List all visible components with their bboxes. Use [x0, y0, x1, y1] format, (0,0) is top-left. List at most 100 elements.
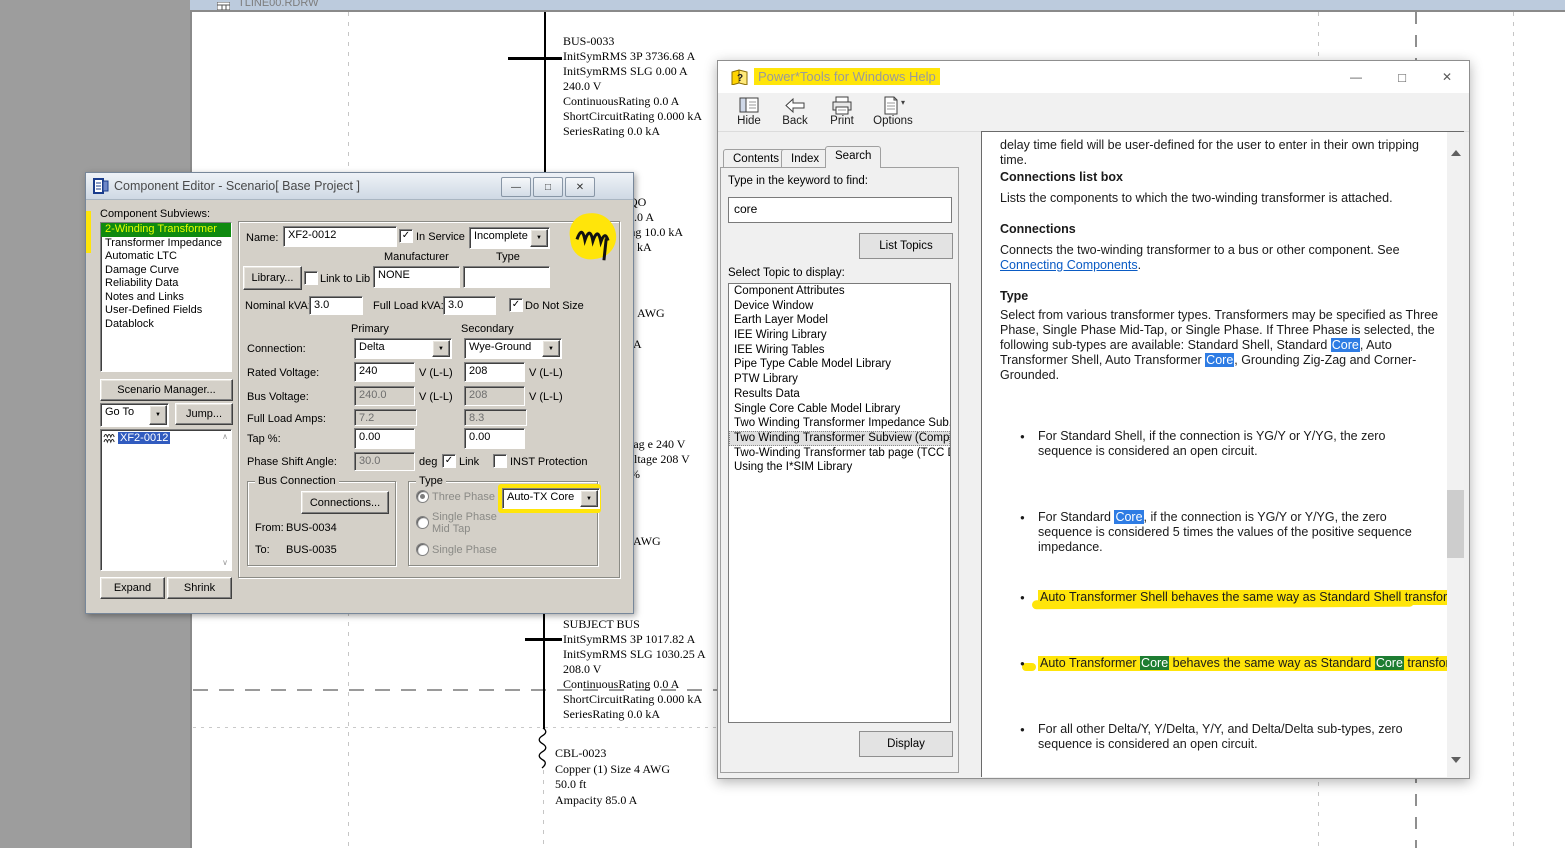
connections-button[interactable]: Connections... [301, 491, 389, 514]
bullet-icon: ● [1020, 590, 1025, 605]
component-editor-icon [93, 178, 109, 194]
scrollbar-thumb[interactable] [1447, 490, 1464, 558]
radio-dot [420, 494, 425, 499]
topic-item[interactable]: Pipe Type Cable Model Library [729, 357, 950, 372]
device-list-item[interactable]: XF2-0012 [103, 432, 170, 444]
minimize-button[interactable]: — [501, 177, 531, 197]
type-field[interactable] [463, 266, 550, 288]
topic-item[interactable]: IEE Wiring Library [729, 328, 950, 343]
back-button[interactable]: Back [776, 96, 814, 127]
topic-item[interactable]: PTW Library [729, 372, 950, 387]
display-button[interactable]: Display [859, 731, 953, 757]
scroll-up-button[interactable] [1451, 150, 1461, 156]
chevron-down-icon: ▼ [155, 412, 161, 418]
scenario-manager-button[interactable]: Scenario Manager... [100, 379, 233, 401]
scroll-up-icon[interactable]: ∧ [222, 433, 228, 441]
name-field[interactable]: XF2-0012 [283, 226, 397, 247]
manufacturer-field[interactable]: NONE [373, 266, 460, 288]
close-button[interactable]: ✕ [565, 177, 595, 197]
bus-line[interactable] [543, 612, 545, 729]
bullet-icon: ● [1020, 429, 1025, 444]
expand-button[interactable]: Expand [100, 577, 165, 599]
topic-item[interactable]: Earth Layer Model [729, 313, 950, 328]
scrollbar[interactable] [1447, 132, 1464, 777]
single-phase-radio[interactable] [416, 543, 429, 556]
tap-secondary-field[interactable]: 0.00 [464, 428, 525, 449]
topic-item[interactable]: Single Core Cable Model Library [729, 402, 950, 417]
three-phase-radio[interactable] [416, 490, 429, 503]
connection-secondary-dropdown[interactable]: Wye-Ground ▼ [464, 338, 562, 359]
topic-item[interactable]: IEE Wiring Tables [729, 343, 950, 358]
dropdown-button[interactable]: ▼ [149, 405, 167, 425]
topic-item[interactable]: Results Data [729, 387, 950, 402]
tab-index[interactable]: Index [781, 149, 829, 168]
dropdown-button[interactable]: ▼ [542, 340, 560, 357]
in-service-checkbox[interactable]: ✓ [399, 229, 413, 243]
tab-search[interactable]: Search [825, 146, 881, 168]
name-label: Name: [246, 232, 278, 244]
close-button[interactable]: ✕ [1430, 65, 1464, 89]
dropdown-button[interactable]: ▼ [432, 340, 450, 357]
jump-button[interactable]: Jump... [175, 403, 233, 425]
rated-voltage-primary-field[interactable]: 240 [354, 362, 415, 382]
subview-item[interactable]: Reliability Data [101, 277, 231, 291]
inst-protection-checkbox[interactable] [493, 454, 507, 468]
keyword-label: Type in the keyword to find: [728, 175, 868, 187]
list-topics-button[interactable]: List Topics [859, 233, 953, 259]
chevron-down-icon: ▼ [438, 346, 444, 352]
maximize-button[interactable]: □ [533, 177, 563, 197]
help-titlebar[interactable]: ? Power*Tools for Windows Help — □ ✕ [718, 61, 1469, 93]
scroll-down-icon[interactable]: ∨ [222, 559, 228, 567]
subview-item[interactable]: Transformer Impedance [101, 237, 231, 251]
topic-item[interactable]: Component Attributes [729, 284, 950, 299]
subviews-label: Component Subviews: [100, 208, 210, 220]
single-phase-mid-tap-radio[interactable] [416, 516, 429, 529]
topic-item[interactable]: Using the I*SIM Library [729, 460, 950, 475]
library-button[interactable]: Library... [243, 266, 302, 290]
full-load-kva-field[interactable]: 3.0 [443, 296, 496, 315]
bullet-text-highlighted: Auto Transformer Shell behaves the same … [1038, 590, 1464, 605]
topic-item-selected[interactable]: Two Winding Transformer Subview (Compo..… [729, 431, 950, 446]
paragraph-text: behaves the same way as Standard [1169, 656, 1375, 670]
subview-item[interactable]: User-Defined Fields [101, 304, 231, 318]
drawing-window-titlebar[interactable]: TLINE00.RDRW [190, 0, 1565, 10]
link-checkbox[interactable]: ✓ [442, 454, 456, 468]
transformer-type-dropdown[interactable]: Auto-TX Core ▼ [502, 488, 600, 509]
scroll-down-button[interactable] [1451, 757, 1461, 763]
maximize-button[interactable]: □ [1385, 65, 1419, 89]
scroll-up-icon [1451, 150, 1461, 156]
minimize-button[interactable]: — [1339, 65, 1373, 89]
rated-voltage-secondary-field[interactable]: 208 [464, 362, 525, 382]
shrink-button[interactable]: Shrink [167, 577, 232, 599]
component-editor-titlebar[interactable]: Component Editor - Scenario[ Base Projec… [86, 173, 633, 200]
print-button[interactable]: Print [823, 96, 861, 127]
nominal-kva-field[interactable]: 3.0 [309, 296, 363, 315]
subview-item[interactable]: Damage Curve [101, 264, 231, 278]
mid-tap-label: Mid Tap [432, 523, 470, 535]
status-dropdown[interactable]: Incomplete ▼ [469, 227, 550, 249]
print-icon [830, 96, 854, 115]
topic-item[interactable]: Two-Winding Transformer tab page (TCC D.… [729, 446, 950, 461]
tab-contents[interactable]: Contents [723, 149, 789, 168]
hide-button[interactable]: Hide [730, 96, 768, 127]
do-not-size-checkbox[interactable]: ✓ [509, 298, 523, 312]
content-heading: Connections [1000, 222, 1076, 236]
topic-item[interactable]: Two Winding Transformer Impedance Sub... [729, 416, 950, 431]
bus-line[interactable] [544, 12, 546, 172]
link-to-lib-checkbox[interactable] [304, 271, 318, 285]
subview-item[interactable]: 2-Winding Transformer [101, 223, 231, 237]
options-button[interactable]: ▾ Options [868, 96, 918, 127]
dropdown-button[interactable]: ▼ [580, 490, 598, 507]
subview-item[interactable]: Automatic LTC [101, 250, 231, 264]
connection-primary-dropdown[interactable]: Delta ▼ [354, 338, 452, 359]
goto-dropdown[interactable]: Go To ▼ [100, 403, 169, 427]
tap-primary-field[interactable]: 0.00 [354, 428, 415, 449]
dropdown-button[interactable]: ▼ [530, 229, 548, 247]
cable-symbol[interactable] [534, 728, 552, 770]
subview-item[interactable]: Notes and Links [101, 291, 231, 305]
topic-item[interactable]: Device Window [729, 299, 950, 314]
vll-label: V (L-L) [419, 367, 453, 379]
keyword-input[interactable]: core [728, 197, 952, 223]
connecting-components-link[interactable]: Connecting Components [1000, 258, 1138, 272]
subview-item[interactable]: Datablock [101, 318, 231, 332]
